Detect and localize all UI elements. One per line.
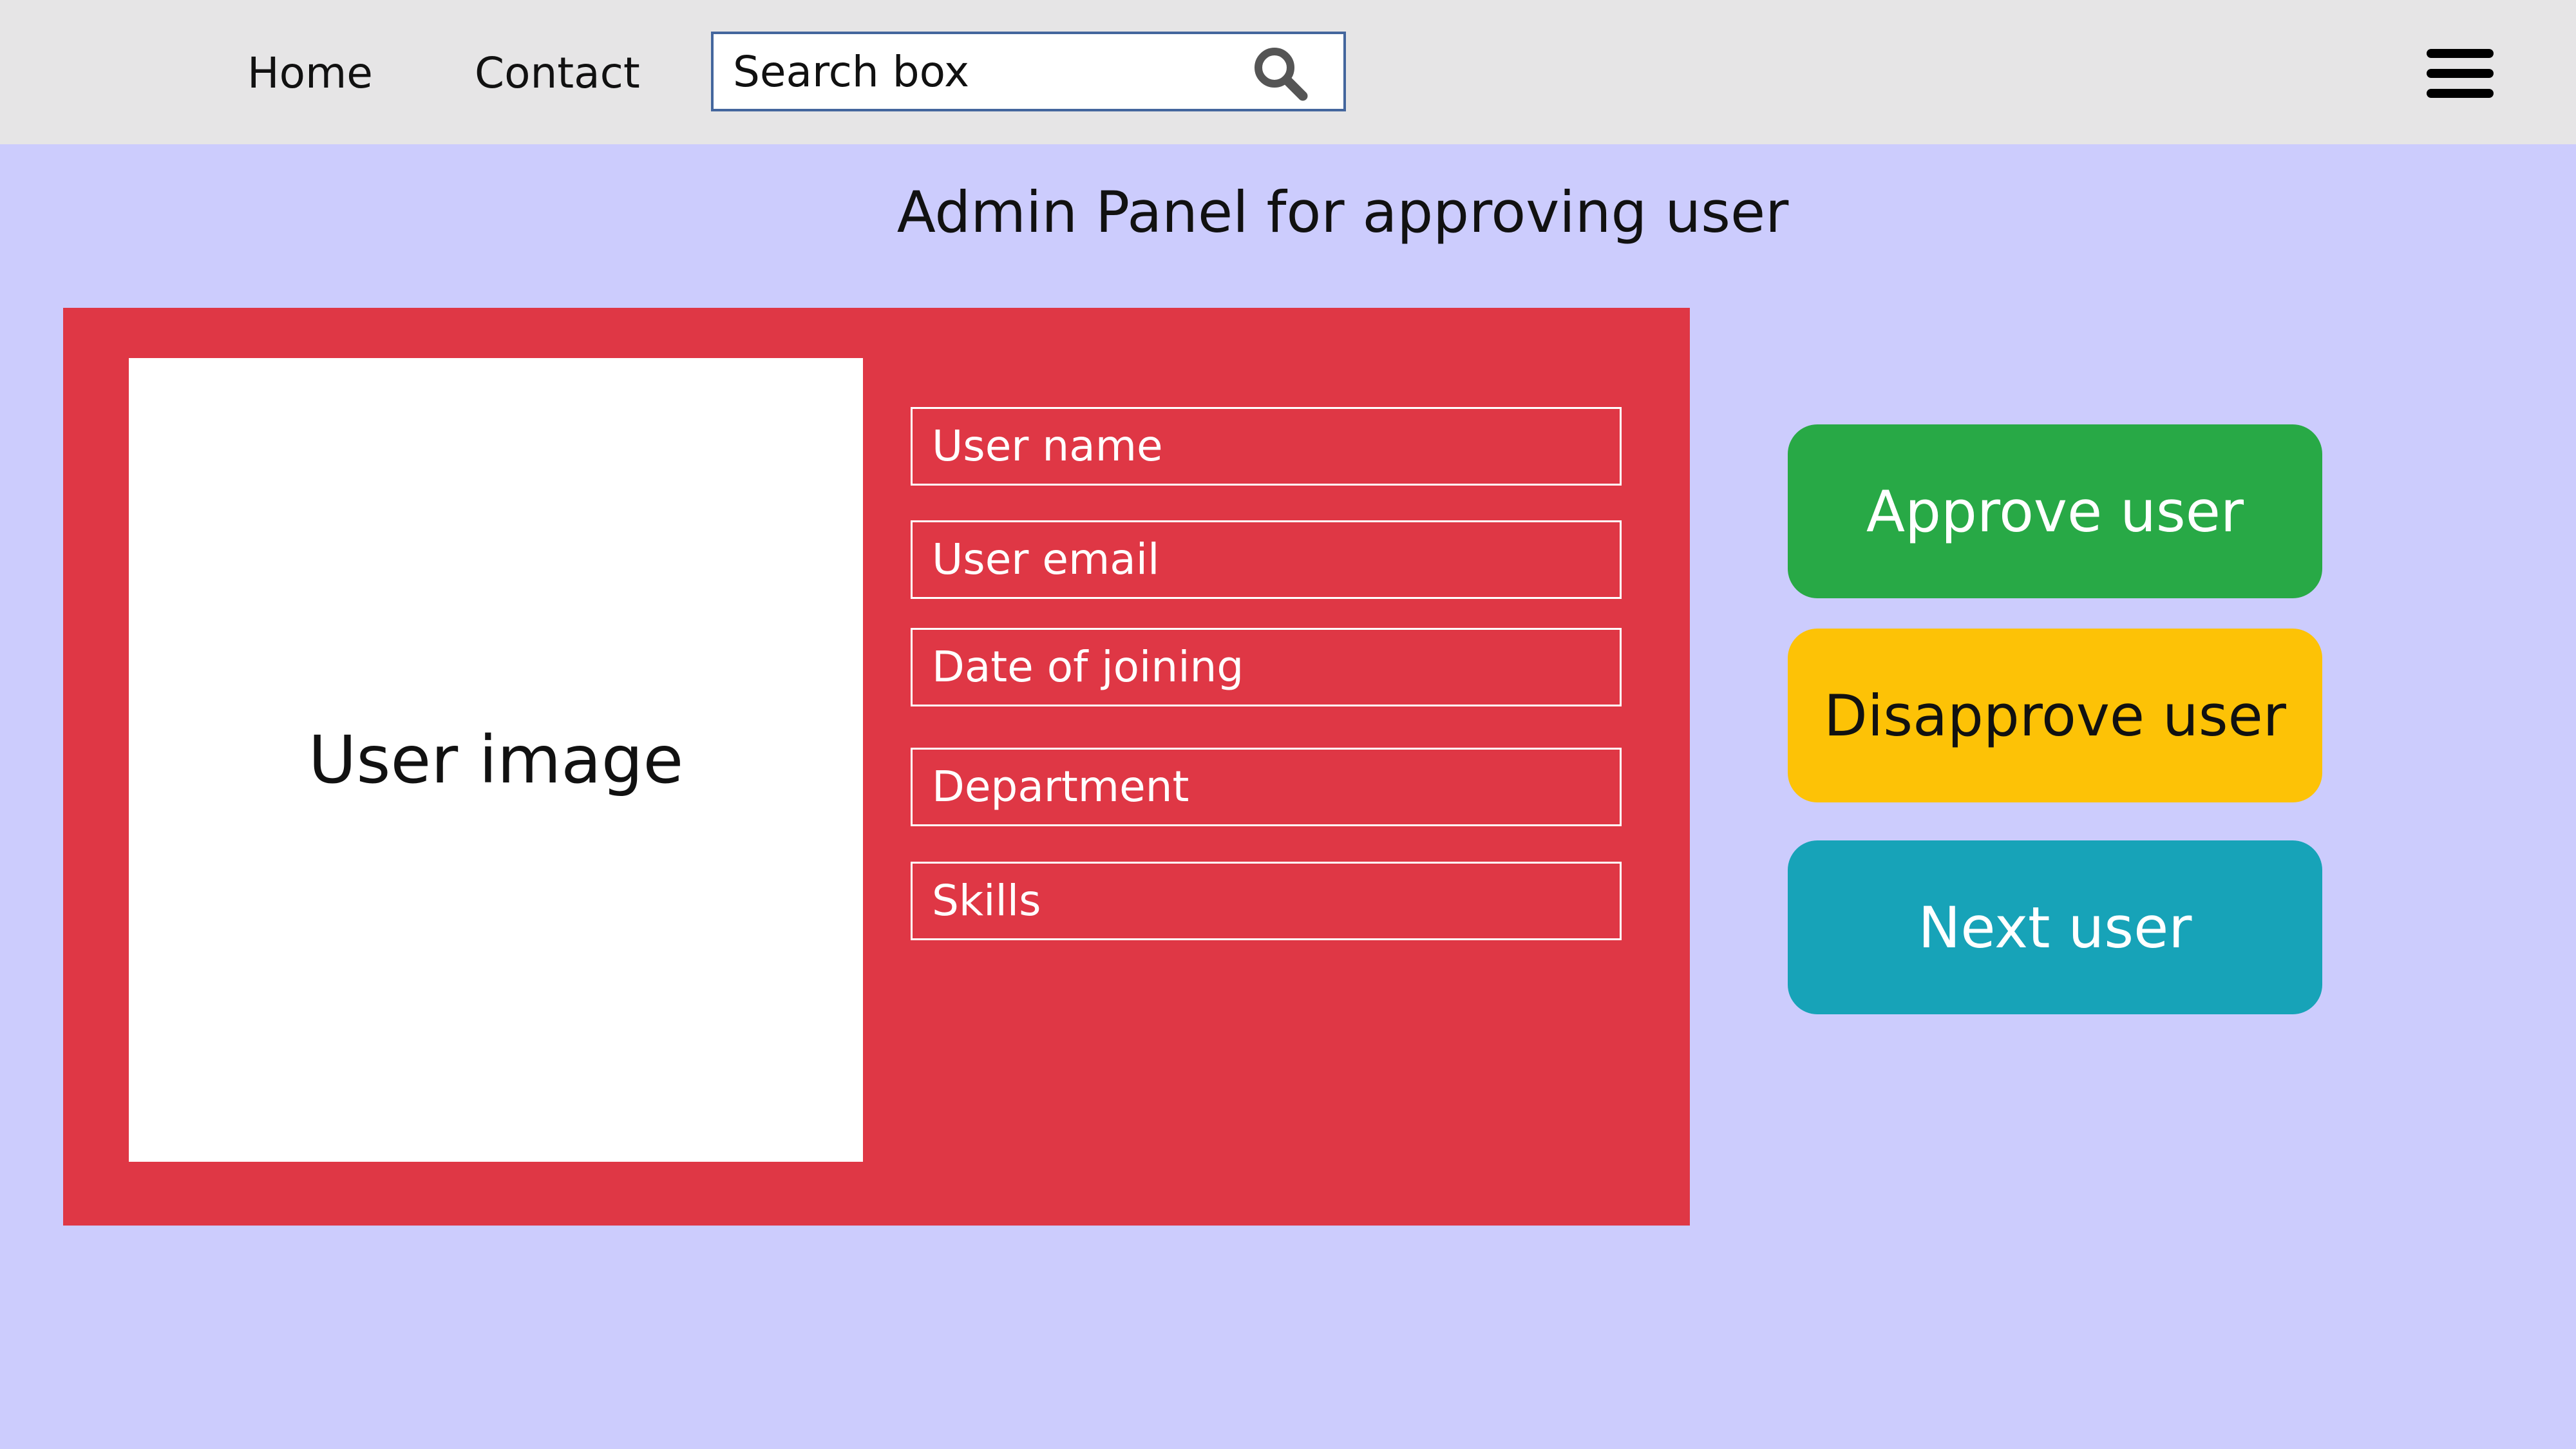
disapprove-user-button[interactable]: Disapprove user <box>1788 629 2322 802</box>
skills-field: Skills <box>911 862 1622 940</box>
approve-user-button[interactable]: Approve user <box>1788 424 2322 598</box>
page-title: Admin Panel for approving user <box>896 179 1789 245</box>
date-of-joining-field: Date of joining <box>911 628 1622 706</box>
user-name-field: User name <box>911 407 1622 486</box>
user-email-field: User email <box>911 520 1622 599</box>
nav-link-contact[interactable]: Contact <box>475 41 640 106</box>
department-field: Department <box>911 748 1622 826</box>
user-details-card: User image User name User email Date of … <box>63 308 1690 1226</box>
user-image-placeholder: User image <box>129 358 863 1162</box>
hamburger-menu-icon[interactable] <box>2427 48 2494 99</box>
user-image-label: User image <box>308 721 684 799</box>
search-box[interactable] <box>711 32 1346 111</box>
top-navigation-bar: Home Contact <box>0 0 2576 144</box>
nav-link-home[interactable]: Home <box>247 41 373 106</box>
search-input[interactable] <box>733 34 1248 109</box>
search-icon[interactable] <box>1251 44 1309 102</box>
next-user-button[interactable]: Next user <box>1788 840 2322 1014</box>
